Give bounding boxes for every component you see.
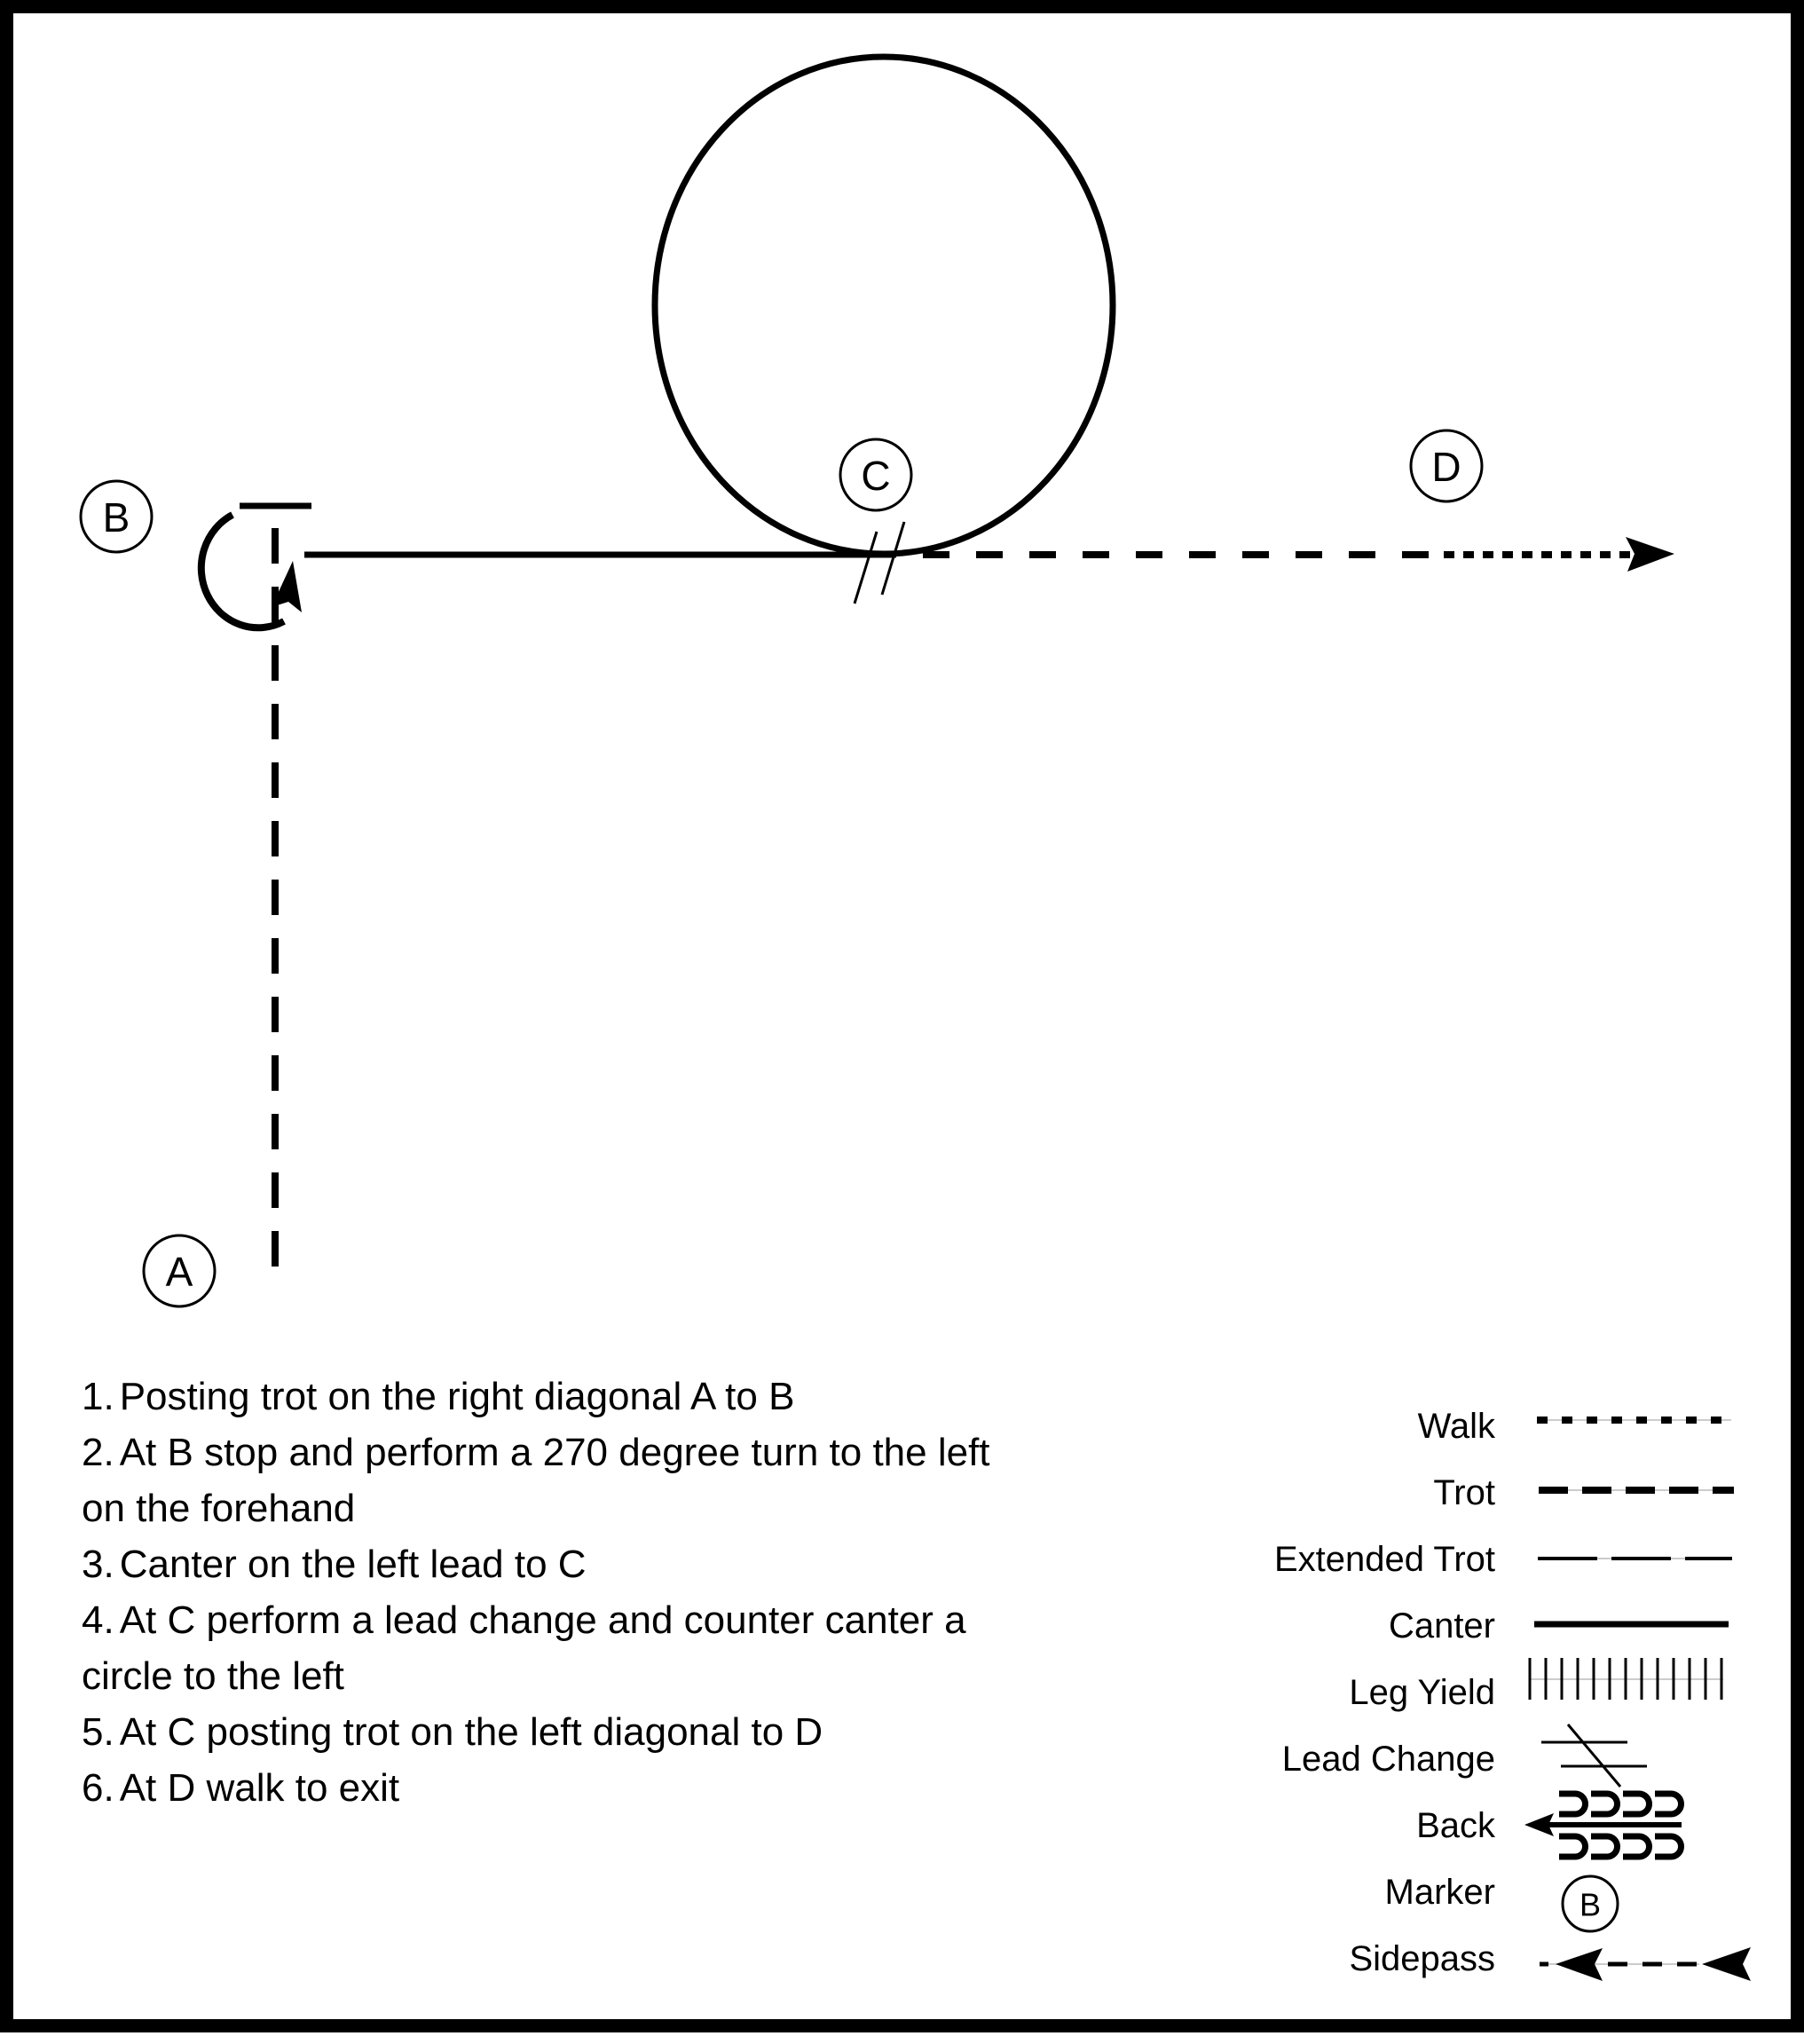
exit-arrowhead-icon bbox=[1626, 537, 1674, 572]
legend-label-walk: Walk bbox=[1418, 1407, 1496, 1446]
instruction-1: 1. Posting trot on the right diagonal A t… bbox=[82, 1375, 794, 1418]
svg-text:B: B bbox=[103, 494, 130, 541]
legend-label-sidepass: Sidepass bbox=[1349, 1939, 1495, 1978]
arena-pattern: A B C D bbox=[79, 53, 1674, 1308]
pattern-diagram: A B C D 1. Posting trot on the right diag… bbox=[79, 53, 1751, 1981]
hoof-print-icon bbox=[1655, 1790, 1684, 1818]
marker-icon: B bbox=[1561, 1874, 1619, 1933]
svg-text:A: A bbox=[166, 1249, 193, 1295]
legend-label-extended-trot: Extended Trot bbox=[1274, 1540, 1495, 1579]
marker-d: D bbox=[1409, 429, 1484, 503]
back-icon bbox=[1524, 1790, 1684, 1860]
hoof-print-icon bbox=[1655, 1833, 1684, 1860]
hoof-print-icon bbox=[1591, 1833, 1620, 1860]
legend-label-marker: Marker bbox=[1385, 1873, 1495, 1912]
lead-change-icon bbox=[1541, 1724, 1647, 1788]
lead-change-slash-2 bbox=[880, 521, 906, 596]
legend-label-canter: Canter bbox=[1389, 1606, 1495, 1645]
hoof-print-icon bbox=[1591, 1790, 1620, 1818]
leg-yield-icon bbox=[1528, 1658, 1723, 1700]
legend: Walk Trot Extended Trot Canter Leg Yield… bbox=[1274, 1407, 1751, 1981]
hoof-print-icon bbox=[1559, 1790, 1588, 1818]
marker-c: C bbox=[839, 438, 913, 512]
instruction-5: 5. At C posting trot on the left diagonal… bbox=[82, 1710, 823, 1754]
marker-a: A bbox=[142, 1234, 217, 1308]
lead-change-slash-1 bbox=[853, 531, 878, 604]
instruction-6: 6. At D walk to exit bbox=[82, 1766, 399, 1810]
instruction-3: 3. Canter on the left lead to C bbox=[82, 1543, 587, 1586]
hoof-print-icon bbox=[1559, 1833, 1588, 1860]
sidepass-icon bbox=[1540, 1947, 1751, 1981]
legend-label-back: Back bbox=[1416, 1806, 1496, 1845]
legend-label-trot: Trot bbox=[1433, 1473, 1495, 1512]
instructions-list: 1. Posting trot on the right diagonal A t… bbox=[82, 1375, 990, 1810]
instruction-4: 4. At C perform a lead change and counter… bbox=[82, 1598, 966, 1642]
hoof-print-icon bbox=[1623, 1833, 1652, 1860]
svg-text:C: C bbox=[861, 453, 890, 499]
hoof-print-icon bbox=[1623, 1790, 1652, 1818]
instruction-2-continued: on the forehand bbox=[82, 1487, 355, 1530]
svg-text:D: D bbox=[1431, 444, 1461, 490]
legend-label-leg-yield: Leg Yield bbox=[1349, 1673, 1495, 1712]
instruction-4-continued: circle to the left bbox=[82, 1654, 344, 1698]
svg-text:B: B bbox=[1579, 1887, 1601, 1923]
instruction-2: 2. At B stop and perform a 270 degree tur… bbox=[82, 1431, 990, 1474]
marker-b: B bbox=[79, 479, 154, 554]
legend-label-lead-change: Lead Change bbox=[1282, 1740, 1495, 1779]
